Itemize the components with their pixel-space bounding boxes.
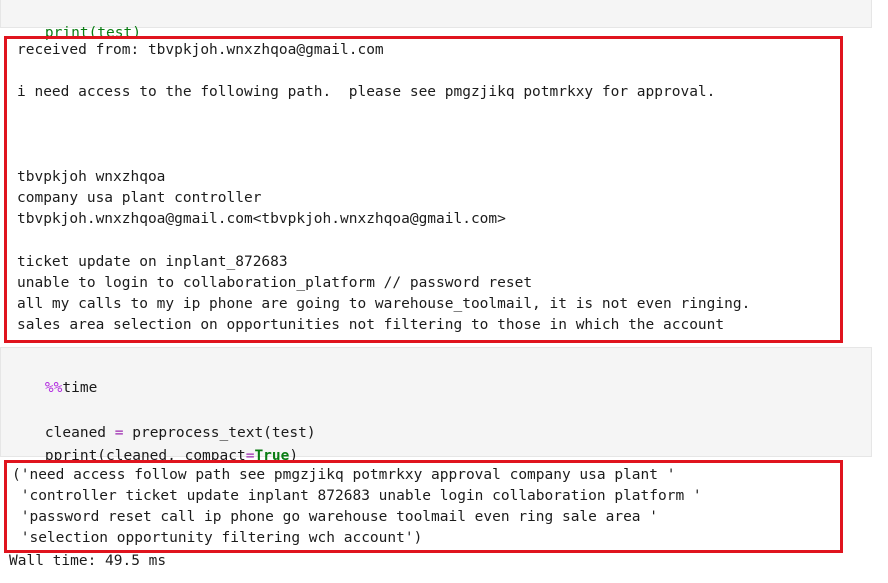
output-highlight-box-1: received from: tbvpkjoh.wnxzhqoa@gmail.c… — [4, 36, 843, 343]
output-line: tbvpkjoh.wnxzhqoa@gmail.com<tbvpkjoh.wnx… — [17, 211, 506, 227]
output-line: sales area selection on opportunities no… — [17, 317, 725, 333]
output-line: 'selection opportunity filtering wch acc… — [12, 530, 423, 546]
output-line: i need access to the following path. ple… — [17, 84, 716, 100]
magic-prefix: %% — [44, 380, 63, 396]
output-line: ('need access follow path see pmgzjikq p… — [12, 467, 676, 483]
code-cell-print[interactable]: print(test) — [0, 0, 872, 41]
magic-name: time — [62, 380, 98, 396]
output-line: received from: tbvpkjoh.wnxzhqoa@gmail.c… — [17, 42, 384, 58]
output-line: 'password reset call ip phone go warehou… — [12, 509, 659, 525]
output-line: 'controller ticket update inplant 872683… — [12, 488, 702, 504]
output-line: ticket update on inplant_872683 — [17, 254, 288, 270]
output-line: company usa plant controller — [17, 190, 262, 206]
output-highlight-box-2: ('need access follow path see pmgzjikq p… — [4, 460, 843, 553]
output-line: all my calls to my ip phone are going to… — [17, 296, 751, 312]
wall-time: Wall time: 49.5 ms — [9, 553, 167, 569]
output-line: unable to login to collaboration_platfor… — [17, 275, 533, 291]
code-cell-preprocess[interactable]: %%time cleaned = preprocess_text(test) p… — [0, 347, 872, 464]
output-line: tbvpkjoh wnxzhqoa — [17, 169, 166, 185]
